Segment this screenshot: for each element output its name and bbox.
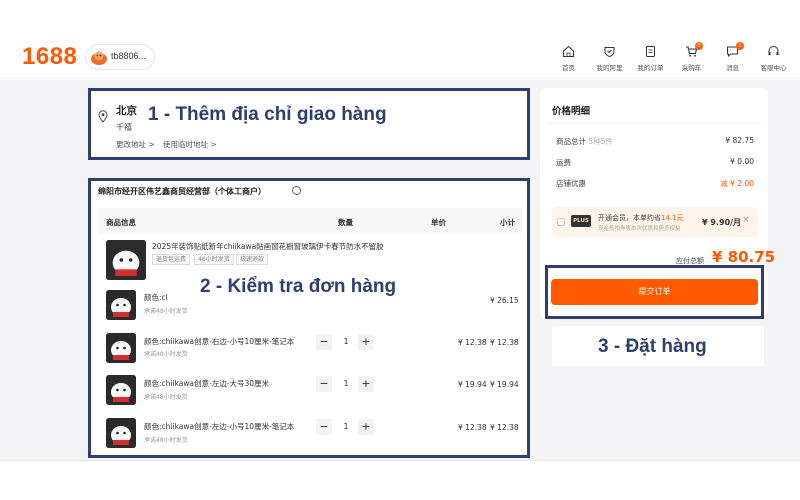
goods-total-value: ¥ 82.75 <box>725 136 754 145</box>
shipping-value: ¥ 0.00 <box>730 157 754 166</box>
nav-my-ali[interactable]: 我的阿里 <box>589 43 630 75</box>
close-icon[interactable]: × <box>742 215 750 225</box>
user-avatar-icon <box>91 51 107 65</box>
goods-total-text: 商品总计 <box>556 137 586 146</box>
shop-discount-value: 减 ¥ 2.00 <box>720 179 754 188</box>
nav-support[interactable]: 客服中心 <box>753 43 794 75</box>
nav-my-orders[interactable]: 我的订单 <box>630 43 671 75</box>
home-icon <box>563 45 574 57</box>
goods-total-label: 商品总计 5种5件 <box>556 136 613 147</box>
support-icon <box>768 46 779 55</box>
nav-label: 消息 <box>726 64 739 72</box>
site-logo[interactable]: 1688 <box>22 43 77 71</box>
nav-messages[interactable]: 1 消息 <box>712 42 753 75</box>
plus-badge: PLUS <box>571 215 591 227</box>
top-nav: 首页 我的阿里 我的订单 0 采购车 1 消息 客服中心 <box>548 42 794 75</box>
membership-text-main: 开通会员，本单约省 <box>598 214 661 222</box>
membership-saving: 14.1元 <box>661 214 684 222</box>
membership-checkbox[interactable] <box>557 218 565 226</box>
nav-label: 客服中心 <box>760 64 787 72</box>
message-badge: 1 <box>736 42 744 50</box>
footer-bar <box>0 460 800 500</box>
membership-price: ¥ 9.90/月 <box>702 218 742 227</box>
browser-top-strip <box>0 0 800 22</box>
cart-badge: 0 <box>695 42 703 50</box>
total-value: ¥ 80.75 <box>712 248 776 266</box>
goods-count: 5种5件 <box>588 137 613 146</box>
membership-offer[interactable]: PLUS 开通会员，本单约省14.1元 现金抵扣券等本次优惠和更多权益 ¥ 9.… <box>552 207 758 237</box>
annotation-step1: 1 - Thêm địa chỉ giao hàng <box>148 104 387 125</box>
nav-label: 我的阿里 <box>596 64 623 72</box>
shop-discount-label: 店铺优惠 <box>556 179 586 188</box>
profile-icon <box>604 47 615 58</box>
nav-label: 我的订单 <box>637 64 664 72</box>
membership-subtext: 现金抵扣券等本次优惠和更多权益 <box>598 226 681 232</box>
site-header: 1688 tb8806... 首页 我的阿里 我的订单 0 采购车 1 消息 客… <box>0 37 800 79</box>
username: tb8806... <box>111 51 147 61</box>
membership-text: 开通会员，本单约省14.1元 <box>598 213 684 223</box>
nav-label: 采购车 <box>681 64 702 72</box>
nav-label: 首页 <box>562 64 575 72</box>
shipping-label: 运费 <box>556 158 571 167</box>
summary-title: 价格明细 <box>552 106 591 117</box>
order-icon <box>646 46 655 57</box>
user-account-pill[interactable]: tb8806... <box>85 44 155 70</box>
annotation-box-submit <box>545 265 764 319</box>
annotation-step3: 3 - Đặt hàng <box>598 336 707 357</box>
annotation-step2: 2 - Kiểm tra đơn hàng <box>200 276 397 297</box>
summary-divider <box>548 123 762 124</box>
nav-home[interactable]: 首页 <box>548 43 589 75</box>
nav-cart[interactable]: 0 采购车 <box>671 42 712 75</box>
annotation-box-order <box>88 178 530 458</box>
